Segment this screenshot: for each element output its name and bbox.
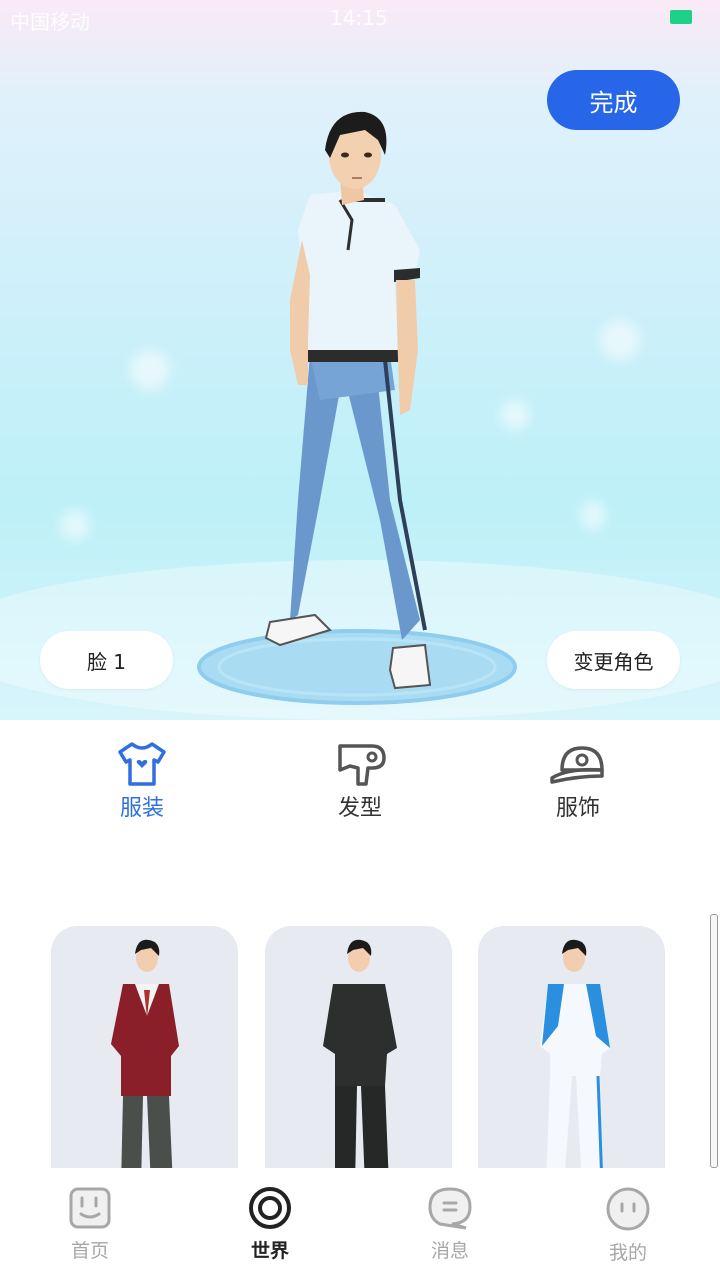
nav-messages[interactable]: 消息 [390, 1186, 510, 1263]
nav-profile[interactable]: 我的 [568, 1186, 688, 1265]
profile-face-icon [606, 1187, 650, 1231]
clock: 14:15 [330, 6, 388, 30]
outfit-thumbnail [111, 939, 179, 1168]
outfit-card-red-blazer[interactable] [51, 926, 238, 1168]
nav-home[interactable]: 首页 [30, 1186, 150, 1263]
tab-hairstyle-label: 发型 [337, 796, 382, 821]
cap-icon [550, 746, 604, 784]
tab-clothing[interactable]: 服装 [72, 740, 212, 822]
nav-profile-label: 我的 [608, 1242, 647, 1264]
tab-clothing-label: 服装 [119, 796, 164, 821]
message-bubble-icon [428, 1187, 472, 1230]
carrier-label: 中国移动 [10, 10, 90, 34]
avatar-preview-scene[interactable]: 中国移动 14:15 完成 脸 1 变更角色 [0, 0, 720, 720]
tab-hairstyle[interactable]: 发型 [290, 740, 430, 822]
outfit-thumbnail [540, 939, 610, 1168]
hair-dryer-icon [338, 744, 386, 786]
outfit-grid [0, 910, 720, 1168]
outfit-scrollbar[interactable] [710, 914, 718, 1168]
face-selector-button[interactable]: 脸 1 [40, 631, 173, 689]
status-bar: 中国移动 14:15 [0, 0, 720, 36]
category-tabs: 服装 发型 服饰 [0, 730, 720, 840]
home-face-icon [69, 1187, 111, 1229]
tab-accessories-label: 服饰 [555, 796, 600, 821]
world-ring-icon [249, 1187, 291, 1229]
nav-messages-label: 消息 [430, 1240, 469, 1262]
tab-accessories[interactable]: 服饰 [508, 740, 648, 822]
nav-world[interactable]: 世界 [210, 1186, 330, 1263]
outfit-card-tracksuit[interactable] [478, 926, 665, 1168]
change-role-button[interactable]: 变更角色 [547, 631, 680, 689]
tshirt-icon [118, 742, 166, 786]
bottom-nav: 首页 世界 消息 我的 [0, 1168, 720, 1280]
done-button[interactable]: 完成 [547, 70, 680, 130]
battery-icon [670, 10, 692, 24]
avatar-figure[interactable] [180, 100, 480, 700]
outfit-thumbnail [323, 939, 397, 1168]
nav-world-label: 世界 [250, 1240, 289, 1262]
outfit-card-black-uniform[interactable] [265, 926, 452, 1168]
nav-home-label: 首页 [70, 1240, 109, 1262]
